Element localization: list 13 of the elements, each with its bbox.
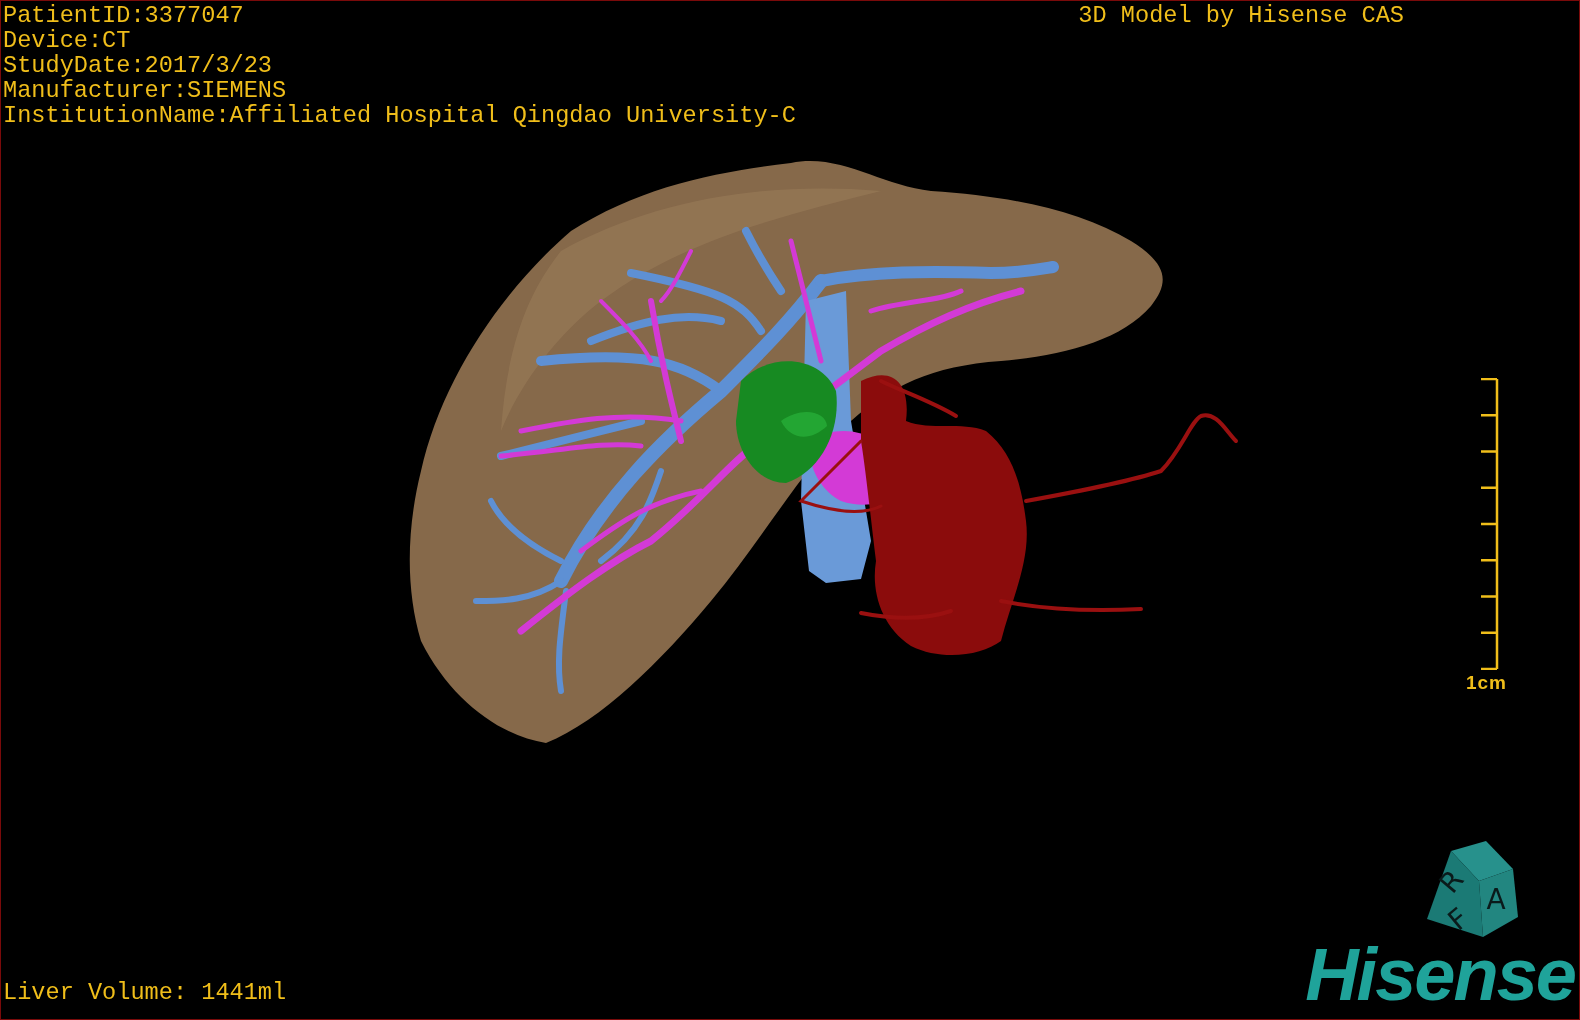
info-text: Manufacturer:SIEMENS bbox=[3, 78, 288, 103]
info-text: StudyDate:2017/3/23 bbox=[3, 53, 273, 78]
cube-face-label: R bbox=[1432, 863, 1471, 900]
scale-label: 1cm bbox=[1465, 672, 1507, 694]
brand-logo: Hisense bbox=[1305, 945, 1575, 1005]
cube-face-label: F bbox=[1441, 901, 1476, 938]
info-text: Device:CT bbox=[3, 28, 132, 53]
liver-volume-text: Liver Volume: 1441ml bbox=[3, 980, 287, 1005]
orientation-cube[interactable] bbox=[1427, 841, 1518, 937]
cube-face-label: A bbox=[1486, 883, 1506, 916]
viewer-title: 3D Model by Hisense CAS bbox=[1078, 3, 1404, 28]
info-text: InstitutionName:Affiliated Hospital Qingdao University-C bbox=[3, 103, 796, 128]
info-text: PatientID:3377047 bbox=[3, 3, 245, 28]
